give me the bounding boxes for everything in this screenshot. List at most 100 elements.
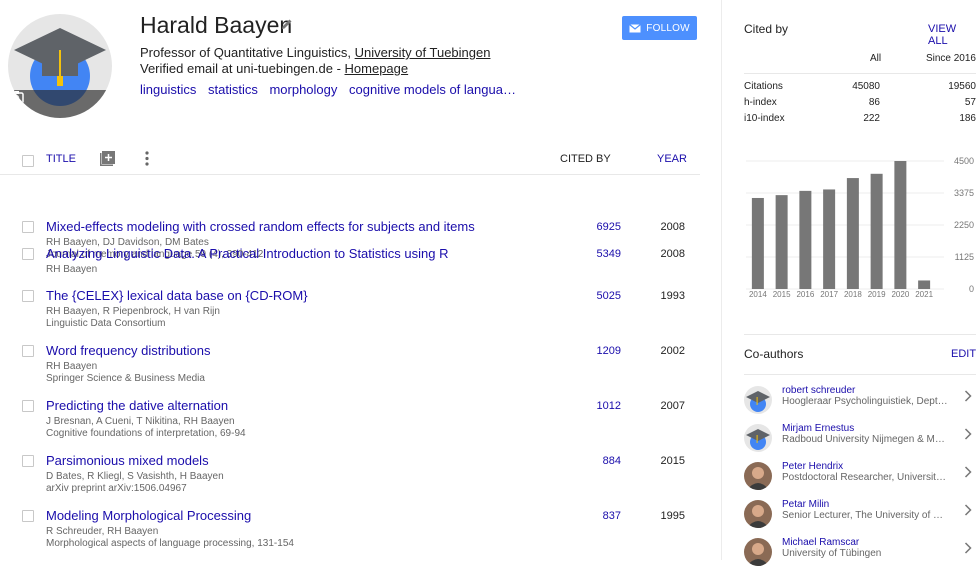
- chevron-right-icon[interactable]: [964, 504, 972, 516]
- cited-count[interactable]: 5025: [540, 290, 621, 302]
- coauthors-heading: Co-authors: [744, 347, 804, 361]
- email-verification: Verified email at uni-tuebingen.de -: [140, 61, 345, 76]
- table-row: Modeling Morphological Processing R Schr…: [0, 508, 700, 564]
- coauthor-item[interactable]: Michael Ramscar University of Tübingen: [744, 536, 976, 570]
- row-checkbox[interactable]: [22, 455, 34, 467]
- article-year: 2015: [660, 455, 685, 467]
- add-article-icon[interactable]: [100, 151, 115, 166]
- x-tick-label: 2016: [796, 290, 814, 299]
- article-title[interactable]: Predicting the dative alternation: [46, 398, 228, 413]
- x-tick-label: 2014: [749, 290, 767, 299]
- article-title[interactable]: Mixed-effects modeling with crossed rand…: [46, 219, 475, 234]
- affiliation-text: Professor of Quantitative Linguistics,: [140, 45, 355, 60]
- coauthor-affiliation: University of Tübingen: [782, 548, 882, 559]
- chart-bar[interactable]: [751, 197, 764, 289]
- chevron-right-icon[interactable]: [964, 466, 972, 478]
- coauthor-affiliation: Hoogleraar Psycholinguistiek, Dept. of P…: [782, 396, 948, 407]
- coauthor-name[interactable]: Mirjam Ernestus: [782, 423, 854, 434]
- coauthor-name[interactable]: Petar Milin: [782, 499, 829, 510]
- envelope-icon: [629, 23, 642, 32]
- edit-coauthors-link[interactable]: EDIT: [951, 348, 976, 360]
- stat-all: 222: [863, 113, 880, 124]
- coauthor-item[interactable]: robert schreuder Hoogleraar Psycholinguis…: [744, 384, 976, 418]
- table-header: TITLE CITED BY YEAR: [0, 144, 700, 175]
- y-tick-label: 1125: [955, 252, 974, 262]
- edit-pencil-icon[interactable]: [281, 18, 293, 30]
- interest-link[interactable]: linguistics: [140, 82, 196, 97]
- article-venue: Linguistic Data Consortium: [46, 318, 166, 329]
- stat-all: 86: [868, 97, 880, 108]
- coauthor-item[interactable]: Peter Hendrix Postdoctoral Researcher, Un…: [744, 460, 976, 494]
- change-photo-button[interactable]: [8, 90, 112, 118]
- cited-by-header[interactable]: CITED BY: [560, 153, 611, 165]
- table-row: The {CELEX} lexical data base on {CD-ROM…: [0, 288, 700, 344]
- coauthor-photo: [744, 462, 772, 490]
- interest-link[interactable]: morphology: [269, 82, 337, 97]
- article-title[interactable]: The {CELEX} lexical data base on {CD-ROM…: [46, 288, 308, 303]
- row-checkbox[interactable]: [22, 248, 34, 260]
- stat-label: Citations: [744, 81, 783, 92]
- view-all-link[interactable]: VIEW ALL: [928, 23, 976, 47]
- stat-label: h-index: [744, 97, 777, 108]
- article-venue: Springer Science & Business Media: [46, 373, 205, 384]
- x-tick-label: 2020: [891, 290, 909, 299]
- cited-count[interactable]: 884: [540, 455, 621, 467]
- stat-all: 45080: [852, 81, 880, 92]
- coauthor-name[interactable]: Michael Ramscar: [782, 537, 859, 548]
- cited-count[interactable]: 6925: [540, 221, 621, 233]
- stats-row: Citations 45080 19560: [744, 81, 976, 97]
- follow-button[interactable]: FOLLOW: [622, 16, 697, 40]
- x-tick-label: 2018: [844, 290, 862, 299]
- x-tick-label: 2019: [868, 290, 886, 299]
- stat-label: i10-index: [744, 113, 785, 124]
- table-row: Parsimonious mixed models D Bates, R Kli…: [0, 453, 700, 509]
- x-tick-label: 2015: [773, 290, 791, 299]
- row-checkbox[interactable]: [22, 221, 34, 233]
- table-row: Word frequency distributions RH Baayen S…: [0, 343, 700, 399]
- more-options-icon[interactable]: [145, 151, 149, 166]
- chart-bar[interactable]: [846, 178, 859, 289]
- row-checkbox[interactable]: [22, 290, 34, 302]
- stats-row: i10-index 222 186: [744, 113, 976, 129]
- sort-by-year[interactable]: YEAR: [657, 153, 687, 165]
- chevron-right-icon[interactable]: [964, 428, 972, 440]
- coauthor-name[interactable]: robert schreuder: [782, 385, 855, 396]
- cited-count[interactable]: 837: [540, 510, 621, 522]
- chart-bar[interactable]: [870, 173, 883, 289]
- sort-by-title[interactable]: TITLE: [46, 153, 76, 165]
- chart-bar[interactable]: [775, 195, 788, 289]
- chart-bar[interactable]: [894, 161, 907, 289]
- article-title[interactable]: Word frequency distributions: [46, 343, 211, 358]
- interest-link[interactable]: statistics: [208, 82, 258, 97]
- chevron-right-icon[interactable]: [964, 542, 972, 554]
- chart-bar[interactable]: [918, 280, 931, 289]
- row-checkbox[interactable]: [22, 510, 34, 522]
- interest-link[interactable]: cognitive models of langua…: [349, 82, 516, 97]
- coauthor-item[interactable]: Mirjam Ernestus Radboud University Nijmeg…: [744, 422, 976, 456]
- article-title[interactable]: Parsimonious mixed models: [46, 453, 209, 468]
- row-checkbox[interactable]: [22, 345, 34, 357]
- select-all-checkbox[interactable]: [22, 155, 34, 167]
- article-title[interactable]: Analyzing Linguistic Data. A Practical I…: [46, 246, 448, 261]
- cited-count[interactable]: 5349: [540, 248, 621, 260]
- article-authors: D Bates, R Kliegl, S Vasishth, H Baayen: [46, 471, 224, 482]
- chevron-right-icon[interactable]: [964, 390, 972, 402]
- stats-header-row: All Since 2016: [744, 53, 976, 69]
- profile-affiliation: Professor of Quantitative Linguistics, U…: [140, 45, 490, 77]
- article-title[interactable]: Modeling Morphological Processing: [46, 508, 251, 523]
- homepage-link[interactable]: Homepage: [345, 61, 409, 76]
- profile-avatar[interactable]: [8, 14, 112, 118]
- coauthor-photo: [744, 538, 772, 566]
- cited-count[interactable]: 1012: [540, 400, 621, 412]
- coauthor-item[interactable]: Petar Milin Senior Lecturer, The Universi…: [744, 498, 976, 532]
- row-checkbox[interactable]: [22, 400, 34, 412]
- coauthor-name[interactable]: Peter Hendrix: [782, 461, 843, 472]
- article-venue: arXiv preprint arXiv:1506.04967: [46, 483, 187, 494]
- cited-count[interactable]: 1209: [540, 345, 621, 357]
- article-authors: RH Baayen, R Piepenbrock, H van Rijn: [46, 306, 220, 317]
- y-tick-label: 4500: [954, 156, 974, 166]
- affiliation-link[interactable]: University of Tuebingen: [355, 45, 491, 60]
- chart-bar[interactable]: [823, 189, 836, 289]
- chart-bar[interactable]: [799, 190, 812, 289]
- column-divider: [721, 0, 722, 560]
